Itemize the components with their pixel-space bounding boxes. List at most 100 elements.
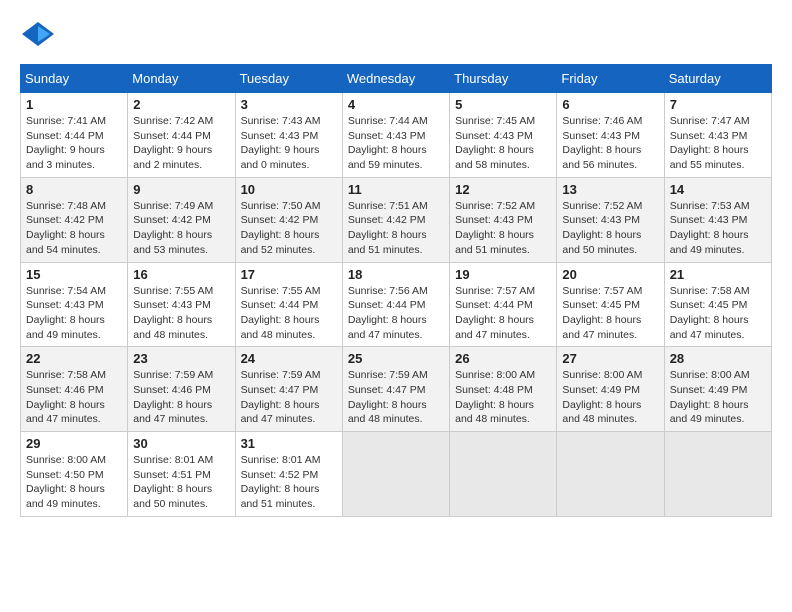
calendar-cell: 14 Sunrise: 7:53 AMSunset: 4:43 PMDayligh… xyxy=(664,177,771,262)
cell-content: Sunrise: 8:00 AMSunset: 4:48 PMDaylight:… xyxy=(455,368,551,427)
day-number: 5 xyxy=(455,97,551,112)
cell-content: Sunrise: 7:57 AMSunset: 4:44 PMDaylight:… xyxy=(455,284,551,343)
day-number: 25 xyxy=(348,351,444,366)
cell-content: Sunrise: 7:42 AMSunset: 4:44 PMDaylight:… xyxy=(133,114,229,173)
header-sunday: Sunday xyxy=(21,65,128,93)
cell-content: Sunrise: 7:53 AMSunset: 4:43 PMDaylight:… xyxy=(670,199,766,258)
day-number: 2 xyxy=(133,97,229,112)
calendar-cell xyxy=(342,432,449,517)
cell-content: Sunrise: 7:57 AMSunset: 4:45 PMDaylight:… xyxy=(562,284,658,343)
day-number: 16 xyxy=(133,267,229,282)
cell-content: Sunrise: 8:00 AMSunset: 4:49 PMDaylight:… xyxy=(670,368,766,427)
calendar-cell: 17 Sunrise: 7:55 AMSunset: 4:44 PMDayligh… xyxy=(235,262,342,347)
calendar-cell: 12 Sunrise: 7:52 AMSunset: 4:43 PMDayligh… xyxy=(450,177,557,262)
calendar-cell: 26Sunrise: 8:00 AMSunset: 4:48 PMDayligh… xyxy=(450,347,557,432)
week-row-4: 22 Sunrise: 7:58 AMSunset: 4:46 PMDayligh… xyxy=(21,347,772,432)
cell-content: Sunrise: 7:50 AMSunset: 4:42 PMDaylight:… xyxy=(241,199,337,258)
calendar-cell: 8 Sunrise: 7:48 AMSunset: 4:42 PMDaylight… xyxy=(21,177,128,262)
cell-content: Sunrise: 8:01 AMSunset: 4:51 PMDaylight:… xyxy=(133,453,229,512)
cell-content: Sunrise: 7:45 AMSunset: 4:43 PMDaylight:… xyxy=(455,114,551,173)
cell-content: Sunrise: 7:55 AMSunset: 4:43 PMDaylight:… xyxy=(133,284,229,343)
cell-content: Sunrise: 7:49 AMSunset: 4:42 PMDaylight:… xyxy=(133,199,229,258)
calendar-cell: 24 Sunrise: 7:59 AMSunset: 4:47 PMDayligh… xyxy=(235,347,342,432)
cell-content: Sunrise: 8:01 AMSunset: 4:52 PMDaylight:… xyxy=(241,453,337,512)
header-saturday: Saturday xyxy=(664,65,771,93)
cell-content: Sunrise: 8:00 AMSunset: 4:49 PMDaylight:… xyxy=(562,368,658,427)
cell-content: Sunrise: 7:43 AMSunset: 4:43 PMDaylight:… xyxy=(241,114,337,173)
day-number: 17 xyxy=(241,267,337,282)
day-number: 7 xyxy=(670,97,766,112)
day-number: 20 xyxy=(562,267,658,282)
calendar-cell: 28 Sunrise: 8:00 AMSunset: 4:49 PMDayligh… xyxy=(664,347,771,432)
calendar-cell xyxy=(664,432,771,517)
week-row-1: 1Sunrise: 7:41 AMSunset: 4:44 PMDaylight… xyxy=(21,93,772,178)
week-row-2: 8 Sunrise: 7:48 AMSunset: 4:42 PMDaylight… xyxy=(21,177,772,262)
calendar-cell: 13 Sunrise: 7:52 AMSunset: 4:43 PMDayligh… xyxy=(557,177,664,262)
day-number: 30 xyxy=(133,436,229,451)
day-number: 11 xyxy=(348,182,444,197)
cell-content: Sunrise: 7:44 AMSunset: 4:43 PMDaylight:… xyxy=(348,114,444,173)
calendar-cell: 20 Sunrise: 7:57 AMSunset: 4:45 PMDayligh… xyxy=(557,262,664,347)
calendar-body: 1Sunrise: 7:41 AMSunset: 4:44 PMDaylight… xyxy=(21,93,772,517)
cell-content: Sunrise: 7:58 AMSunset: 4:45 PMDaylight:… xyxy=(670,284,766,343)
cell-content: Sunrise: 8:00 AMSunset: 4:50 PMDaylight:… xyxy=(26,453,122,512)
week-row-3: 15Sunrise: 7:54 AMSunset: 4:43 PMDayligh… xyxy=(21,262,772,347)
calendar-header: SundayMondayTuesdayWednesdayThursdayFrid… xyxy=(21,65,772,93)
calendar-cell: 5 Sunrise: 7:45 AMSunset: 4:43 PMDaylight… xyxy=(450,93,557,178)
calendar-cell: 3 Sunrise: 7:43 AMSunset: 4:43 PMDaylight… xyxy=(235,93,342,178)
calendar-cell: 21 Sunrise: 7:58 AMSunset: 4:45 PMDayligh… xyxy=(664,262,771,347)
cell-content: Sunrise: 7:59 AMSunset: 4:46 PMDaylight:… xyxy=(133,368,229,427)
cell-content: Sunrise: 7:47 AMSunset: 4:43 PMDaylight:… xyxy=(670,114,766,173)
calendar-cell xyxy=(450,432,557,517)
calendar-cell: 6Sunrise: 7:46 AMSunset: 4:43 PMDaylight… xyxy=(557,93,664,178)
calendar-cell: 18 Sunrise: 7:56 AMSunset: 4:44 PMDayligh… xyxy=(342,262,449,347)
day-number: 12 xyxy=(455,182,551,197)
calendar-cell: 10 Sunrise: 7:50 AMSunset: 4:42 PMDayligh… xyxy=(235,177,342,262)
calendar-cell: 19 Sunrise: 7:57 AMSunset: 4:44 PMDayligh… xyxy=(450,262,557,347)
day-number: 29 xyxy=(26,436,122,451)
cell-content: Sunrise: 7:58 AMSunset: 4:46 PMDaylight:… xyxy=(26,368,122,427)
cell-content: Sunrise: 7:51 AMSunset: 4:42 PMDaylight:… xyxy=(348,199,444,258)
day-number: 19 xyxy=(455,267,551,282)
calendar-cell: 23 Sunrise: 7:59 AMSunset: 4:46 PMDayligh… xyxy=(128,347,235,432)
cell-content: Sunrise: 7:41 AMSunset: 4:44 PMDaylight:… xyxy=(26,114,122,173)
calendar-cell: 30 Sunrise: 8:01 AMSunset: 4:51 PMDayligh… xyxy=(128,432,235,517)
header-monday: Monday xyxy=(128,65,235,93)
day-number: 8 xyxy=(26,182,122,197)
day-number: 24 xyxy=(241,351,337,366)
day-number: 23 xyxy=(133,351,229,366)
day-number: 28 xyxy=(670,351,766,366)
calendar-cell: 11 Sunrise: 7:51 AMSunset: 4:42 PMDayligh… xyxy=(342,177,449,262)
day-number: 14 xyxy=(670,182,766,197)
header-row: SundayMondayTuesdayWednesdayThursdayFrid… xyxy=(21,65,772,93)
cell-content: Sunrise: 7:52 AMSunset: 4:43 PMDaylight:… xyxy=(455,199,551,258)
calendar-table: SundayMondayTuesdayWednesdayThursdayFrid… xyxy=(20,64,772,517)
cell-content: Sunrise: 7:54 AMSunset: 4:43 PMDaylight:… xyxy=(26,284,122,343)
day-number: 18 xyxy=(348,267,444,282)
calendar-cell xyxy=(557,432,664,517)
day-number: 13 xyxy=(562,182,658,197)
cell-content: Sunrise: 7:46 AMSunset: 4:43 PMDaylight:… xyxy=(562,114,658,173)
calendar-cell: 25Sunrise: 7:59 AMSunset: 4:47 PMDayligh… xyxy=(342,347,449,432)
calendar-cell: 15Sunrise: 7:54 AMSunset: 4:43 PMDayligh… xyxy=(21,262,128,347)
cell-content: Sunrise: 7:48 AMSunset: 4:42 PMDaylight:… xyxy=(26,199,122,258)
day-number: 9 xyxy=(133,182,229,197)
header-friday: Friday xyxy=(557,65,664,93)
cell-content: Sunrise: 7:52 AMSunset: 4:43 PMDaylight:… xyxy=(562,199,658,258)
week-row-5: 29 Sunrise: 8:00 AMSunset: 4:50 PMDayligh… xyxy=(21,432,772,517)
calendar-cell: 7 Sunrise: 7:47 AMSunset: 4:43 PMDaylight… xyxy=(664,93,771,178)
cell-content: Sunrise: 7:56 AMSunset: 4:44 PMDaylight:… xyxy=(348,284,444,343)
cell-content: Sunrise: 7:55 AMSunset: 4:44 PMDaylight:… xyxy=(241,284,337,343)
day-number: 21 xyxy=(670,267,766,282)
logo xyxy=(20,20,60,48)
cell-content: Sunrise: 7:59 AMSunset: 4:47 PMDaylight:… xyxy=(241,368,337,427)
calendar-cell: 1Sunrise: 7:41 AMSunset: 4:44 PMDaylight… xyxy=(21,93,128,178)
calendar-cell: 9 Sunrise: 7:49 AMSunset: 4:42 PMDaylight… xyxy=(128,177,235,262)
day-number: 10 xyxy=(241,182,337,197)
calendar-cell: 22 Sunrise: 7:58 AMSunset: 4:46 PMDayligh… xyxy=(21,347,128,432)
calendar-cell: 31Sunrise: 8:01 AMSunset: 4:52 PMDayligh… xyxy=(235,432,342,517)
day-number: 22 xyxy=(26,351,122,366)
calendar-cell: 29 Sunrise: 8:00 AMSunset: 4:50 PMDayligh… xyxy=(21,432,128,517)
day-number: 3 xyxy=(241,97,337,112)
header-tuesday: Tuesday xyxy=(235,65,342,93)
